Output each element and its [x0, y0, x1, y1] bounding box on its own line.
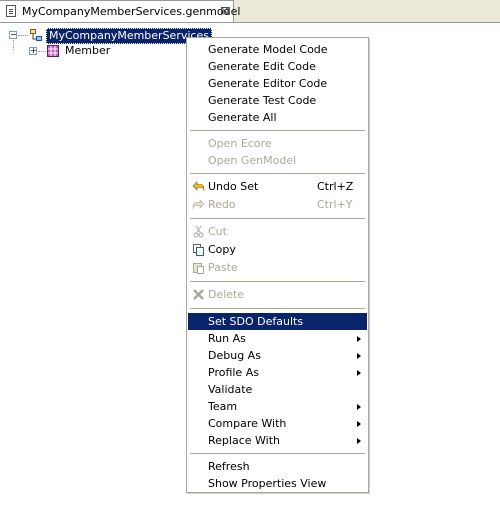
menu-item-label: Team: [208, 400, 238, 413]
menu-item-label: Cut: [208, 225, 227, 238]
menu-item-label: Debug As: [208, 349, 261, 362]
genmodel-file-icon: [6, 5, 16, 17]
tree-connector: [13, 40, 14, 50]
menu-separator: [190, 453, 365, 454]
menu-item-redo[interactable]: Redo Ctrl+Y: [188, 196, 367, 213]
menu-item-label: Refresh: [208, 460, 250, 473]
menu-item-label: Undo Set: [208, 180, 259, 193]
tree-connector: [18, 35, 28, 36]
menu-separator: [190, 281, 365, 282]
menu-item-label: Paste: [208, 261, 238, 274]
menu-item-label: Show Properties View: [208, 477, 327, 490]
menu-item-generate-model-code[interactable]: Generate Model Code: [188, 41, 367, 58]
menu-item-label: Open GenModel: [208, 154, 297, 167]
delete-icon: [193, 289, 204, 300]
tree-connector: [38, 51, 46, 52]
eclass-icon: [47, 45, 59, 57]
shortcut-label: Ctrl+Y: [317, 198, 353, 211]
menu-item-compare-with[interactable]: Compare With: [188, 415, 367, 432]
menu-item-undo-set[interactable]: Undo Set Ctrl+Z: [188, 178, 367, 195]
menu-item-paste[interactable]: Paste: [188, 259, 367, 276]
menu-separator: [190, 308, 365, 309]
menu-item-label: Set SDO Defaults: [208, 315, 304, 328]
context-menu: Generate Model Code Generate Edit Code G…: [186, 37, 369, 493]
tab-title: MyCompanyMemberServices.genmodel: [22, 5, 241, 18]
redo-icon: [192, 199, 205, 210]
submenu-arrow-icon: [357, 353, 361, 359]
menu-item-label: Generate Editor Code: [208, 77, 328, 90]
menu-separator: [190, 173, 365, 174]
menu-item-team[interactable]: Team: [188, 398, 367, 415]
menu-item-validate[interactable]: Validate: [188, 381, 367, 398]
menu-item-label: Delete: [208, 288, 245, 301]
editor-tab[interactable]: MyCompanyMemberServices.genmodel ⊠: [0, 0, 240, 22]
submenu-arrow-icon: [357, 421, 361, 427]
shortcut-label: Ctrl+Z: [317, 180, 354, 193]
menu-item-profile-as[interactable]: Profile As: [188, 364, 367, 381]
paste-icon: [193, 263, 204, 274]
submenu-arrow-icon: [357, 438, 361, 444]
undo-icon: [192, 181, 205, 192]
menu-item-delete[interactable]: Delete: [188, 286, 367, 303]
menu-item-refresh[interactable]: Refresh: [188, 458, 367, 475]
tree-node-member[interactable]: Member: [65, 44, 110, 58]
menu-separator: [190, 130, 365, 131]
menu-item-copy[interactable]: Copy: [188, 241, 367, 258]
submenu-arrow-icon: [357, 336, 361, 342]
menu-item-show-properties-view[interactable]: Show Properties View: [188, 475, 367, 492]
menu-item-debug-as[interactable]: Debug As: [188, 347, 367, 364]
cut-icon: [193, 225, 204, 238]
menu-item-label: Generate Test Code: [208, 94, 317, 107]
package-tree-icon: [30, 29, 42, 41]
menu-item-generate-edit-code[interactable]: Generate Edit Code: [188, 58, 367, 75]
menu-item-label: Replace With: [208, 434, 280, 447]
menu-item-label: Redo: [208, 198, 236, 211]
expand-toggle-icon[interactable]: +: [29, 47, 37, 55]
menu-item-label: Validate: [208, 383, 253, 396]
close-icon[interactable]: ⊠: [220, 4, 229, 17]
menu-item-generate-all[interactable]: Generate All: [188, 109, 367, 126]
submenu-arrow-icon: [357, 370, 361, 376]
menu-separator: [190, 218, 365, 219]
menu-item-run-as[interactable]: Run As: [188, 330, 367, 347]
menu-item-label: Run As: [208, 332, 246, 345]
menu-item-generate-test-code[interactable]: Generate Test Code: [188, 92, 367, 109]
menu-item-label: Generate Model Code: [208, 43, 328, 56]
menu-item-set-sdo-defaults[interactable]: Set SDO Defaults: [188, 313, 367, 330]
menu-item-label: Compare With: [208, 417, 287, 430]
menu-item-replace-with[interactable]: Replace With: [188, 432, 367, 449]
menu-item-cut[interactable]: Cut: [188, 223, 367, 240]
menu-item-open-ecore[interactable]: Open Ecore: [188, 135, 367, 152]
copy-icon: [193, 244, 204, 256]
menu-item-label: Open Ecore: [208, 137, 272, 150]
menu-item-generate-editor-code[interactable]: Generate Editor Code: [188, 75, 367, 92]
menu-item-label: Profile As: [208, 366, 259, 379]
menu-item-label: Generate All: [208, 111, 277, 124]
menu-item-label: Generate Edit Code: [208, 60, 316, 73]
editor-tab-bar: MyCompanyMemberServices.genmodel ⊠: [0, 0, 500, 23]
submenu-arrow-icon: [357, 404, 361, 410]
menu-item-open-genmodel[interactable]: Open GenModel: [188, 152, 367, 169]
menu-item-label: Copy: [208, 243, 236, 256]
collapse-toggle-icon[interactable]: −: [9, 31, 17, 39]
